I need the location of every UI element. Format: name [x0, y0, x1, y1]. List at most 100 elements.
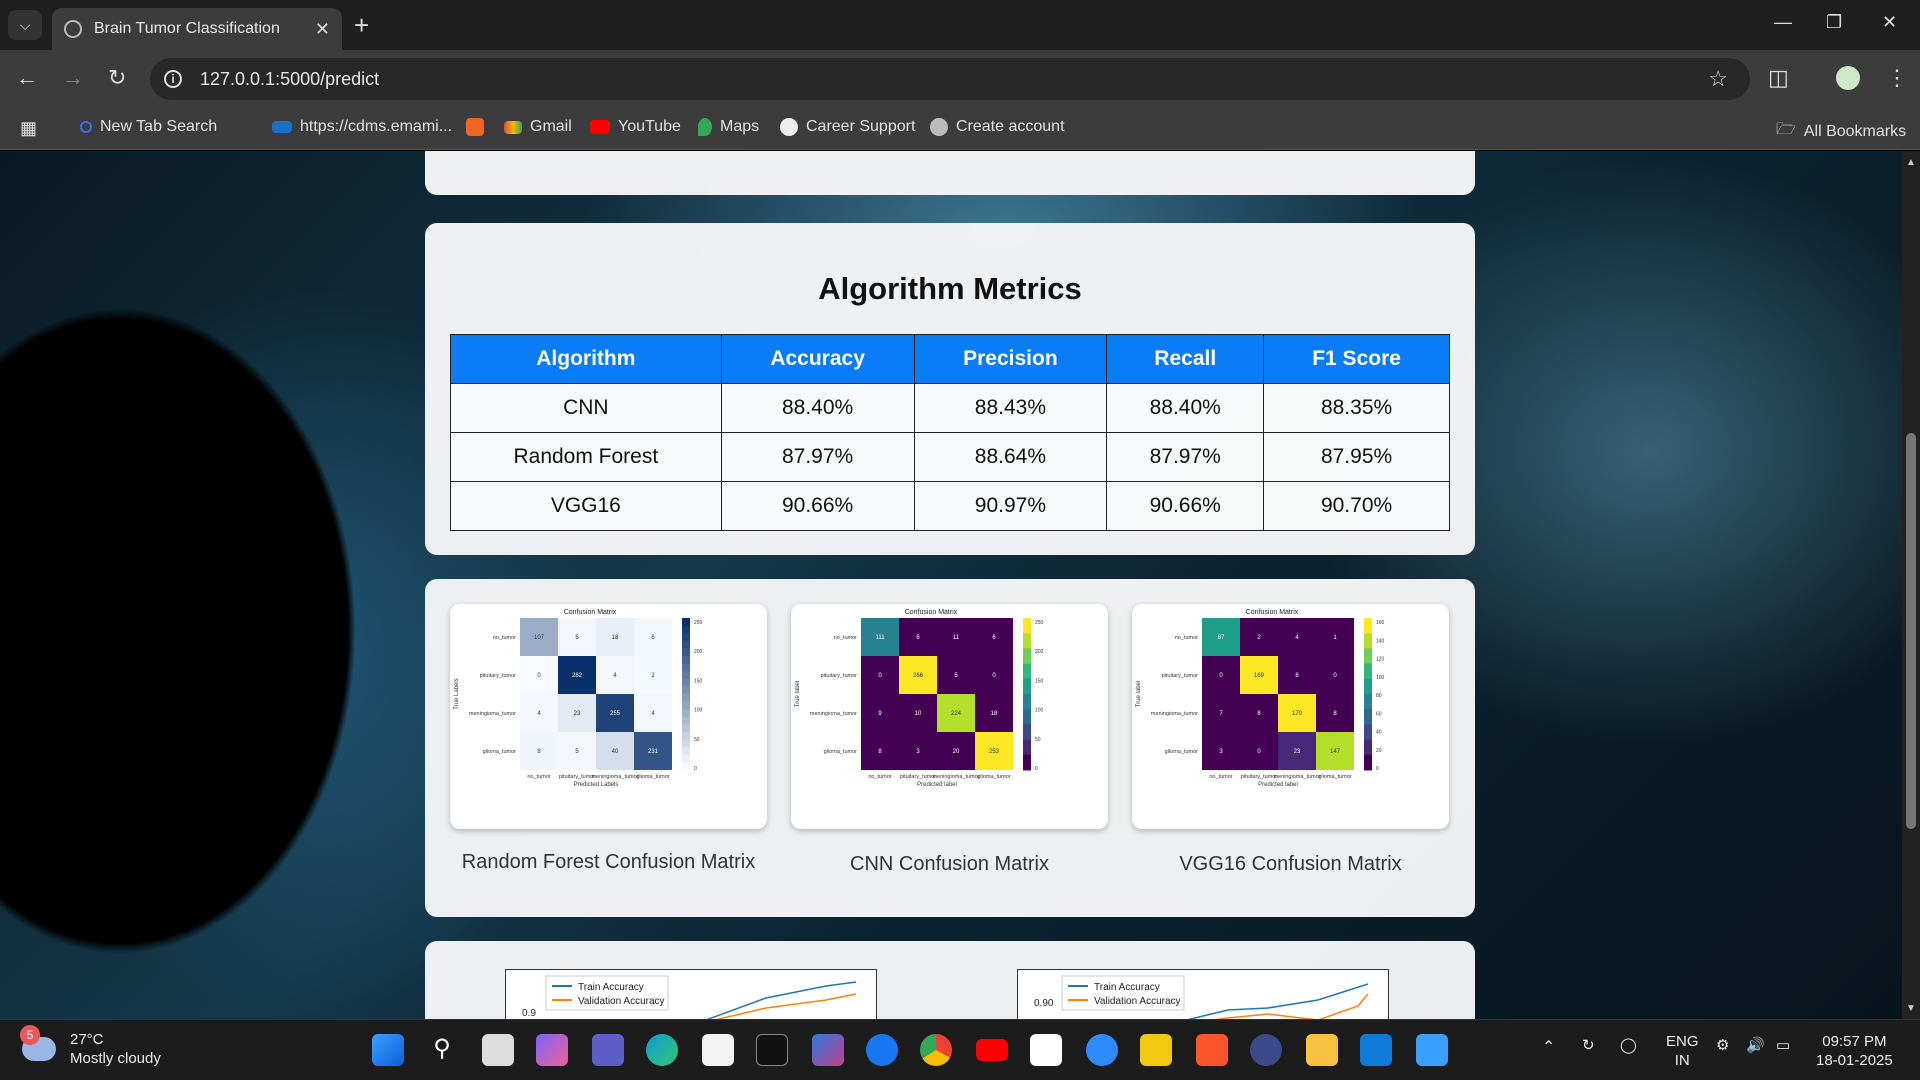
- extensions-icon[interactable]: ◫: [1768, 64, 1789, 92]
- info-icon[interactable]: i: [164, 70, 182, 88]
- zoom-icon[interactable]: [1086, 1034, 1118, 1066]
- forward-arrow-icon[interactable]: →: [62, 64, 84, 92]
- network-icon[interactable]: ◯: [1620, 1036, 1637, 1055]
- bookmark-app[interactable]: [466, 118, 492, 136]
- address-bar[interactable]: i 127.0.0.1:5000/predict ☆: [150, 58, 1750, 100]
- brave-icon[interactable]: [1196, 1034, 1228, 1066]
- window-close-icon[interactable]: ✕: [1882, 12, 1897, 33]
- table-row: CNN 88.40% 88.43% 88.40% 88.35%: [450, 383, 1450, 433]
- back-arrow-icon[interactable]: ←: [16, 64, 38, 92]
- colorbar-segment: [1364, 640, 1372, 649]
- chevron-down-icon: ⌵: [19, 16, 31, 33]
- facebook-icon[interactable]: [866, 1034, 898, 1066]
- colorbar-segment: [1023, 633, 1031, 642]
- task-view-icon[interactable]: [482, 1034, 514, 1066]
- tab-search-button[interactable]: ⌵: [8, 10, 42, 40]
- file-explorer-icon[interactable]: [1306, 1034, 1338, 1066]
- colorbar-tick: 20: [1376, 748, 1382, 754]
- scrollbar-thumb[interactable]: [1906, 433, 1916, 829]
- edge-icon[interactable]: [646, 1034, 678, 1066]
- scroll-down-icon[interactable]: ▼: [1906, 1003, 1916, 1014]
- app-icon[interactable]: [1250, 1034, 1282, 1066]
- notepad-icon[interactable]: [702, 1034, 734, 1066]
- colorbar-segment: [682, 656, 690, 665]
- colorbar-segment: [1023, 747, 1031, 756]
- chrome-icon[interactable]: [920, 1034, 952, 1066]
- colorbar-segment: [1364, 724, 1372, 733]
- globe-icon[interactable]: ⚙: [1716, 1036, 1729, 1055]
- matrix-cell-value: 10: [915, 711, 922, 717]
- volume-icon[interactable]: 🔊: [1746, 1036, 1765, 1055]
- colorbar-segment: [682, 618, 690, 627]
- colorbar-tick: 250: [1035, 620, 1044, 626]
- colorbar-segment: [1364, 633, 1372, 642]
- bookmark-label: Gmail: [530, 118, 572, 135]
- previous-section-card: [425, 151, 1475, 195]
- scroll-up-icon[interactable]: ▲: [1906, 157, 1916, 168]
- colorbar-tick: 0: [694, 766, 697, 772]
- vgg16-confusion-matrix-image: Confusion Matrix 87 2 4 1 no_tumor 0 169 8 0 pitui…: [1132, 604, 1449, 829]
- colorbar-tick: 140: [1376, 638, 1385, 644]
- language-indicator[interactable]: ENG IN: [1666, 1032, 1699, 1070]
- table-cell: CNN: [450, 383, 722, 433]
- star-icon[interactable]: ☆: [1708, 66, 1728, 92]
- confusion-matrices-card: Confusion Matrix 107 5 18 6 no_tumor 0 282 4 2 pit…: [425, 579, 1475, 917]
- weather-condition: Mostly cloudy: [70, 1050, 161, 1067]
- bookmark-create-account[interactable]: Create account: [930, 118, 1065, 136]
- clock[interactable]: 09:57 PM 18-01-2025: [1816, 1032, 1893, 1070]
- matrix-title: Confusion Matrix: [905, 609, 958, 616]
- reload-icon[interactable]: ↻: [108, 64, 126, 92]
- bookmark-youtube[interactable]: YouTube: [590, 118, 681, 136]
- sync-icon[interactable]: ↻: [1582, 1036, 1595, 1055]
- train-accuracy-line: [1187, 983, 1369, 1019]
- matrix-cell-value: 23: [574, 711, 581, 717]
- bookmark-maps[interactable]: Maps: [698, 118, 759, 136]
- matrix-title: Confusion Matrix: [1246, 609, 1299, 616]
- power-bi-icon[interactable]: [1140, 1034, 1172, 1066]
- terminal-icon[interactable]: [756, 1034, 788, 1066]
- bookmark-cdms[interactable]: https://cdms.emami...: [272, 118, 452, 136]
- vscode-icon[interactable]: [1360, 1034, 1392, 1066]
- colorbar-segment: [1023, 701, 1031, 710]
- new-tab-button[interactable]: +: [354, 10, 369, 40]
- m365-icon[interactable]: [812, 1034, 844, 1066]
- x-tick-label: pituitary_tumor: [559, 774, 596, 780]
- battery-icon[interactable]: ▭: [1776, 1036, 1790, 1055]
- restore-icon[interactable]: ❐: [1826, 12, 1842, 33]
- x-tick-label: glioma_tumor: [1318, 774, 1351, 780]
- matrix-cell-value: 255: [610, 711, 621, 717]
- youtube-icon[interactable]: [976, 1039, 1008, 1061]
- start-windows-icon[interactable]: [372, 1034, 404, 1066]
- minimize-icon[interactable]: —: [1774, 12, 1792, 33]
- bookmark-career-support[interactable]: Career Support: [780, 118, 915, 136]
- colorbar-segment: [1023, 618, 1031, 627]
- teams-icon[interactable]: [592, 1034, 624, 1066]
- chevron-up-icon[interactable]: ⌃: [1542, 1038, 1555, 1057]
- colorbar-segment: [682, 633, 690, 642]
- copilot-icon[interactable]: [536, 1034, 568, 1066]
- globe-icon: [930, 118, 948, 136]
- weather-widget[interactable]: 5 27°C Mostly cloudy: [20, 1025, 161, 1068]
- bookmark-new-tab-search[interactable]: New Tab Search: [80, 118, 217, 136]
- all-bookmarks-button[interactable]: 🗁 All Bookmarks: [1776, 118, 1906, 145]
- profile-avatar[interactable]: [1836, 66, 1860, 90]
- colorbar-segment: [682, 686, 690, 695]
- bookmark-gmail[interactable]: Gmail: [504, 118, 572, 136]
- apps-grid-icon[interactable]: ▦: [20, 118, 37, 139]
- close-icon[interactable]: ✕: [315, 19, 330, 40]
- weather-badge: 5: [20, 1025, 40, 1045]
- colorbar-segment: [1364, 762, 1372, 771]
- colorbar-segment: [1023, 739, 1031, 748]
- column-header: Precision: [913, 334, 1108, 384]
- menu-kebab-icon[interactable]: ⋮: [1886, 64, 1908, 92]
- photos-icon[interactable]: [1416, 1034, 1448, 1066]
- page-scrollbar[interactable]: ▲ ▼: [1902, 151, 1920, 1019]
- sap-icon: [272, 121, 292, 133]
- search-icon[interactable]: ⚲: [426, 1034, 458, 1066]
- colorbar-segment: [1364, 648, 1372, 657]
- browser-tab[interactable]: Brain Tumor Classification ✕: [52, 8, 342, 50]
- slack-icon[interactable]: [1030, 1034, 1062, 1066]
- table-cell: 88.35%: [1263, 383, 1450, 433]
- matrix-cell-value: 253: [989, 749, 1000, 755]
- bookmarks-bar: ▦ New Tab Search https://cdms.emami... G…: [0, 108, 1920, 150]
